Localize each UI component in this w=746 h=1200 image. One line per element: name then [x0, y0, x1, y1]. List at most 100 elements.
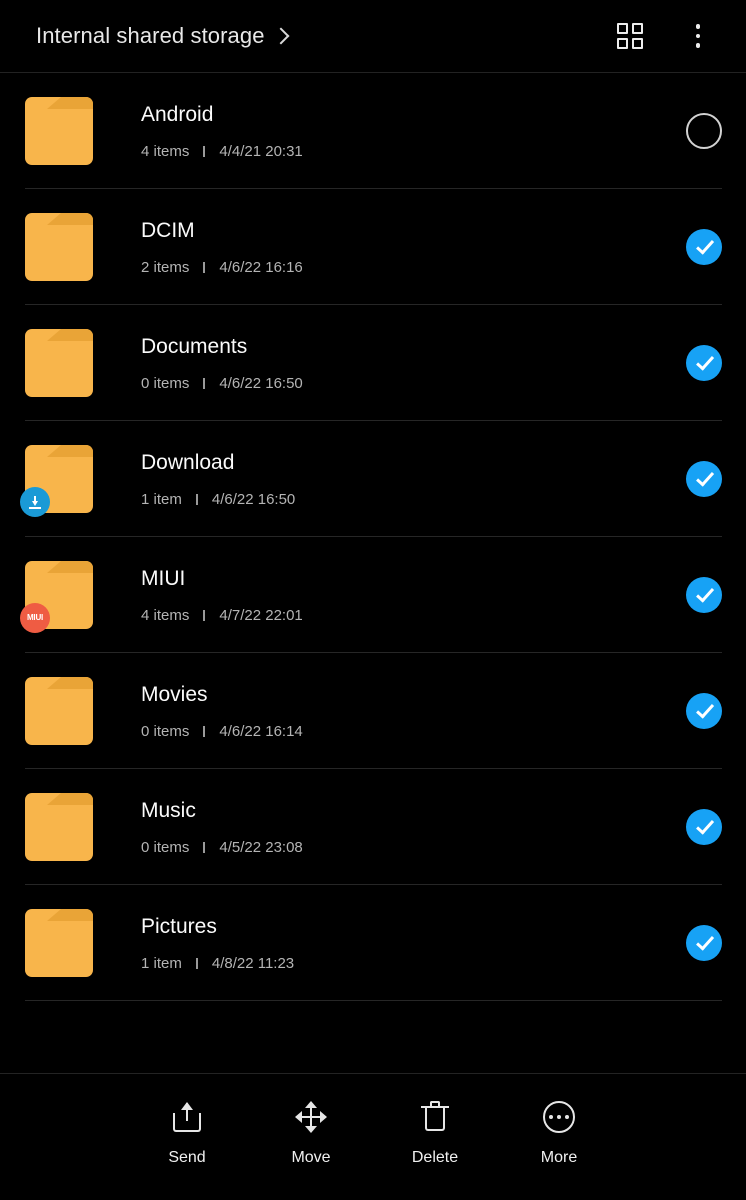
folder-icon [25, 793, 93, 861]
file-row-text: Movies 0 items 4/6/22 16:14 [141, 684, 672, 739]
send-label: Send [168, 1149, 206, 1166]
more-button[interactable]: More [497, 1100, 621, 1166]
file-row[interactable]: MIUI MIUI 4 items 4/7/22 22:01 [0, 537, 746, 653]
file-meta: 0 items 4/6/22 16:50 [141, 376, 672, 391]
file-date: 4/6/22 16:16 [219, 258, 303, 276]
meta-separator [203, 841, 206, 853]
breadcrumb-label: Internal shared storage [36, 23, 265, 48]
file-meta: 4 items 4/7/22 22:01 [141, 608, 672, 623]
checkbox-checked[interactable] [686, 229, 722, 265]
file-row[interactable]: DCIM 2 items 4/6/22 16:16 [0, 189, 746, 305]
trash-icon [418, 1100, 452, 1134]
checkbox-checked[interactable] [686, 461, 722, 497]
more-label: More [540, 1149, 578, 1166]
file-row-text: Pictures 1 item 4/8/22 11:23 [141, 916, 672, 971]
more-vertical-icon [695, 24, 701, 48]
folder-icon [25, 97, 93, 165]
file-item-count: 1 item [141, 954, 182, 972]
file-item-count: 2 items [141, 258, 190, 276]
file-row[interactable]: Movies 0 items 4/6/22 16:14 [0, 653, 746, 769]
file-meta: 4 items 4/4/21 20:31 [141, 144, 672, 159]
file-row[interactable]: Android 4 items 4/4/21 20:31 [0, 73, 746, 189]
file-item-count: 4 items [141, 606, 190, 624]
download-badge-icon [20, 487, 50, 517]
file-name: Android [141, 103, 214, 125]
file-meta: 0 items 4/5/22 23:08 [141, 840, 672, 855]
file-name: Movies [141, 683, 208, 705]
more-circle-icon [542, 1100, 576, 1134]
file-name: MIUI [141, 567, 186, 589]
meta-separator [203, 145, 206, 157]
file-date: 4/6/22 16:50 [211, 490, 296, 508]
check-icon [695, 931, 714, 951]
file-row-text: Android 4 items 4/4/21 20:31 [141, 104, 672, 159]
file-item-count: 0 items [141, 838, 190, 856]
file-row[interactable]: Download 1 item 4/6/22 16:50 [0, 421, 746, 537]
move-button[interactable]: Move [249, 1100, 373, 1166]
meta-separator [203, 609, 206, 621]
checkbox-checked[interactable] [686, 693, 722, 729]
folder-icon [25, 677, 93, 745]
send-button[interactable]: Send [125, 1100, 249, 1166]
file-date: 4/4/21 20:31 [219, 142, 303, 160]
checkbox-checked[interactable] [686, 577, 722, 613]
check-icon [695, 699, 714, 719]
delete-button[interactable]: Delete [373, 1100, 497, 1166]
checkbox-checked[interactable] [686, 925, 722, 961]
file-date: 4/7/22 22:01 [219, 606, 303, 624]
meta-separator [203, 377, 206, 389]
checkbox-checked[interactable] [686, 345, 722, 381]
file-date: 4/6/22 16:14 [219, 722, 303, 740]
file-meta: 2 items 4/6/22 16:16 [141, 260, 672, 275]
delete-label: Delete [411, 1149, 459, 1166]
file-meta: 1 item 4/6/22 16:50 [141, 492, 672, 507]
grid-view-button[interactable] [606, 12, 654, 60]
folder-icon [20, 445, 93, 517]
chevron-right-icon [272, 27, 290, 44]
checkbox-checked[interactable] [686, 809, 722, 845]
file-item-count: 1 item [141, 490, 182, 508]
file-name: Documents [141, 335, 248, 357]
folder-icon [25, 329, 93, 397]
file-row[interactable]: Pictures 1 item 4/8/22 11:23 [0, 885, 746, 1001]
check-icon [695, 467, 714, 487]
file-row-text: Download 1 item 4/6/22 16:50 [141, 452, 672, 507]
file-row[interactable]: Documents 0 items 4/6/22 16:50 [0, 305, 746, 421]
share-icon [170, 1100, 204, 1134]
folder-icon [25, 909, 93, 977]
meta-separator [203, 261, 206, 273]
miui-badge-icon: MIUI [20, 603, 50, 633]
folder-icon [25, 213, 93, 281]
file-name: DCIM [141, 219, 195, 241]
meta-separator [195, 493, 198, 505]
check-icon [695, 583, 714, 603]
grid-view-icon [617, 23, 643, 49]
header-actions [606, 12, 722, 60]
file-row[interactable]: Music 0 items 4/5/22 23:08 [0, 769, 746, 885]
file-item-count: 0 items [141, 722, 190, 740]
file-row-text: Music 0 items 4/5/22 23:08 [141, 800, 672, 855]
meta-separator [195, 957, 198, 969]
file-meta: 0 items 4/6/22 16:14 [141, 724, 672, 739]
miui-badge-label: MIUI [26, 613, 44, 622]
file-date: 4/8/22 11:23 [211, 954, 295, 972]
file-name: Pictures [141, 915, 217, 937]
bottom-action-bar: Send Move Delete More [0, 1073, 746, 1200]
file-item-count: 4 items [141, 142, 190, 160]
checkbox-unchecked[interactable] [686, 113, 722, 149]
file-row-text: DCIM 2 items 4/6/22 16:16 [141, 220, 672, 275]
folder-icon: MIUI [20, 561, 93, 633]
meta-separator [203, 725, 206, 737]
check-icon [695, 235, 714, 255]
move-label: Move [291, 1149, 331, 1166]
check-icon [695, 351, 714, 371]
file-date: 4/5/22 23:08 [219, 838, 303, 856]
file-row-text: MIUI 4 items 4/7/22 22:01 [141, 568, 672, 623]
file-name: Music [141, 799, 196, 821]
breadcrumb[interactable]: Internal shared storage [36, 23, 606, 49]
check-icon [695, 815, 714, 835]
move-arrows-icon [294, 1100, 328, 1134]
overflow-menu-button[interactable] [674, 12, 722, 60]
file-list: Android 4 items 4/4/21 20:31 DCIM 2 items 4/6… [0, 73, 746, 1073]
file-date: 4/6/22 16:50 [219, 374, 303, 392]
